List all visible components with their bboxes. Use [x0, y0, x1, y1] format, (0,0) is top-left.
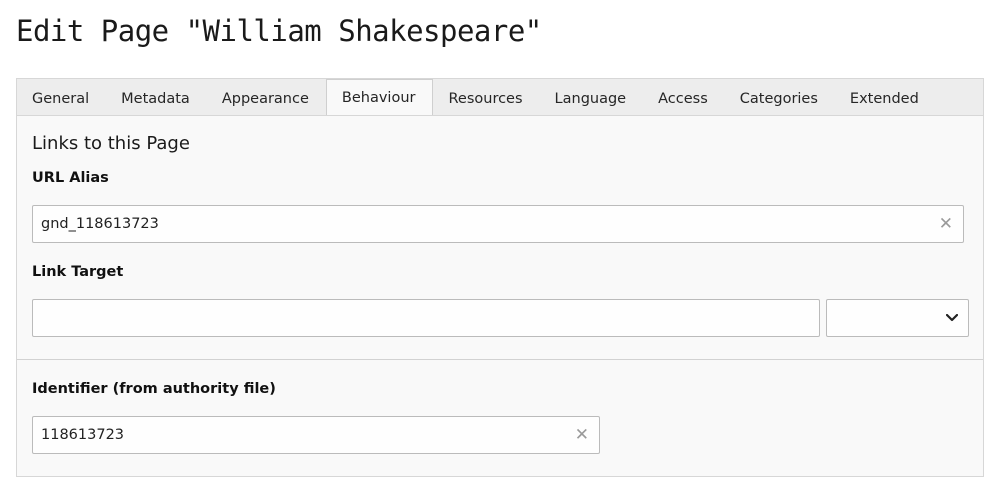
tab-label: Extended: [849, 90, 919, 107]
tab-bar: General Metadata Appearance Behaviour Re…: [16, 78, 984, 117]
link-target-label: Link Target: [32, 264, 124, 280]
tab-label: Access: [658, 90, 708, 107]
page-title: Edit Page "William Shakespeare": [16, 14, 542, 48]
tab-panel-behaviour: Links to this Page URL Alias gnd_1186137…: [16, 115, 984, 477]
section-divider: [17, 359, 983, 360]
tab-extended[interactable]: Extended: [835, 81, 936, 116]
close-icon[interactable]: ✕: [937, 215, 955, 233]
tab-label: Language: [554, 90, 627, 107]
tab-categories[interactable]: Categories: [725, 81, 835, 116]
tab-label: Appearance: [221, 90, 309, 107]
tab-metadata[interactable]: Metadata: [106, 81, 207, 116]
link-target-input[interactable]: [32, 299, 820, 337]
url-alias-value: gnd_118613723: [41, 216, 159, 232]
url-alias-label: URL Alias: [32, 170, 109, 186]
tab-behaviour[interactable]: Behaviour: [325, 79, 434, 117]
identifier-label: Identifier (from authority file): [32, 381, 276, 397]
tab-language[interactable]: Language: [540, 81, 644, 116]
identifier-value: 118613723: [41, 427, 125, 443]
tab-access[interactable]: Access: [643, 81, 725, 116]
close-icon[interactable]: ✕: [573, 426, 591, 444]
tab-label: Behaviour: [341, 90, 416, 106]
tab-label: Resources: [448, 90, 523, 107]
tab-label: General: [32, 90, 90, 107]
tab-appearance[interactable]: Appearance: [207, 81, 326, 116]
identifier-input[interactable]: 118613723 ✕: [32, 416, 600, 454]
link-target-select[interactable]: [826, 299, 969, 337]
chevron-down-icon: [946, 314, 958, 322]
tab-resources[interactable]: Resources: [433, 81, 539, 116]
tab-label: Metadata: [121, 90, 190, 107]
tab-label: Categories: [739, 90, 818, 107]
tab-general[interactable]: General: [17, 81, 106, 116]
url-alias-input[interactable]: gnd_118613723 ✕: [32, 205, 964, 243]
section-title-links: Links to this Page: [32, 133, 190, 154]
